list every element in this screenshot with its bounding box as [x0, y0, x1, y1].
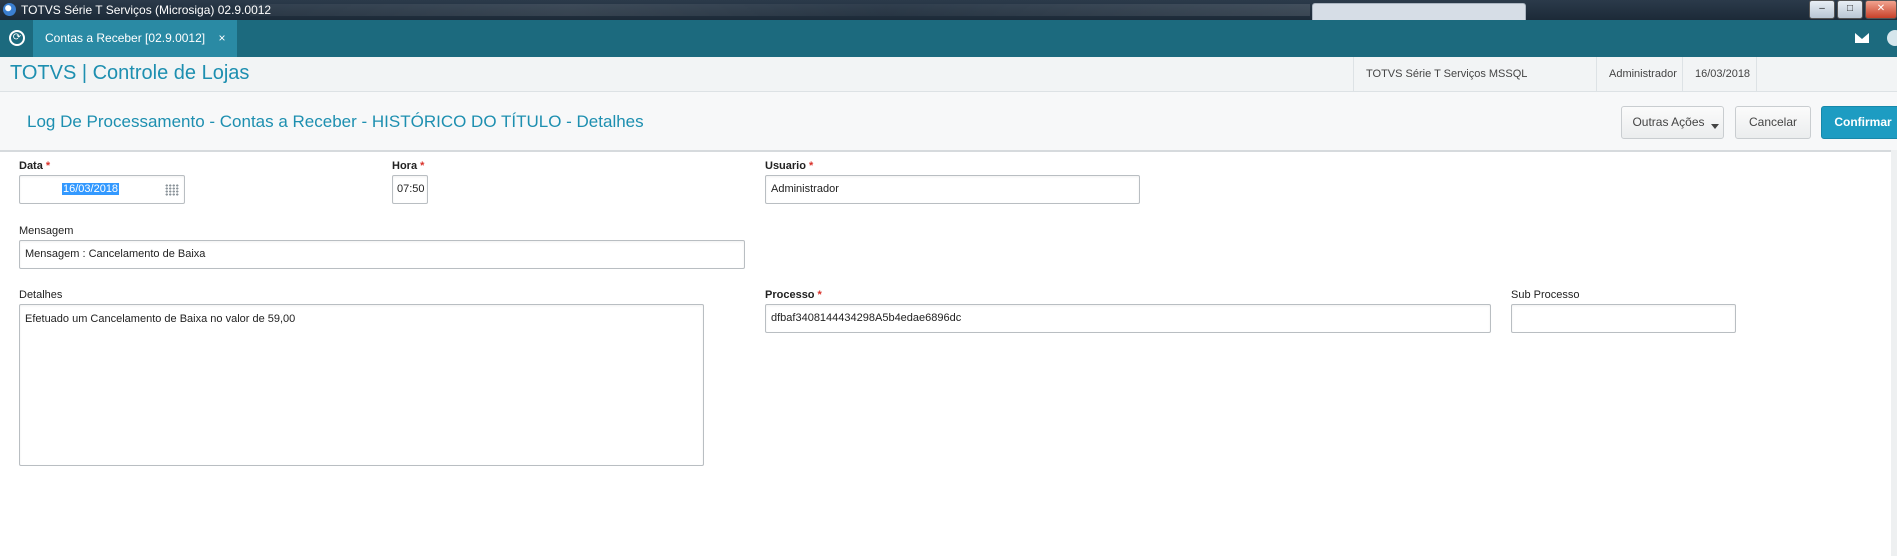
home-icon[interactable]: ⟳ — [9, 30, 25, 46]
environment-label: TOTVS Série T Serviços MSSQL — [1353, 57, 1597, 91]
message-field[interactable]: Mensagem : Cancelamento de Baixa — [19, 240, 745, 269]
sub-processo-label: Sub Processo — [1511, 289, 1580, 301]
date-value: 16/03/2018 — [62, 183, 120, 195]
caret-down-icon — [1711, 124, 1719, 129]
date-label: 16/03/2018 — [1682, 57, 1765, 91]
processo-label: Processo * — [765, 289, 822, 301]
window-title-bar: TOTVS Série T Serviços (Microsiga) 02.9.… — [0, 0, 1897, 21]
tab-close-icon[interactable]: × — [218, 31, 225, 45]
confirm-button[interactable]: Confirmar — [1821, 106, 1897, 139]
data-label: Data * — [19, 160, 51, 172]
brand-title: TOTVS | Controle de Lojas — [10, 62, 250, 84]
usuario-label: Usuario * — [765, 160, 814, 172]
tab-contas-a-receber[interactable]: Contas a Receber [02.9.0012] × — [33, 20, 238, 57]
date-field[interactable]: 16/03/2018 — [19, 175, 185, 204]
app-tab-bar: ⟳ Contas a Receber [02.9.0012] × — [0, 20, 1897, 57]
vertical-scrollbar[interactable] — [1891, 150, 1897, 556]
window-title: TOTVS Série T Serviços (Microsiga) 02.9.… — [21, 3, 272, 17]
app-icon — [3, 3, 16, 16]
background-tab — [1312, 3, 1526, 21]
process-field[interactable]: dfbaf3408144434298A5b4edae6896dc — [765, 304, 1491, 333]
time-field[interactable]: 07:50 — [392, 175, 428, 204]
mensagem-label: Mensagem — [19, 225, 74, 237]
app-header: TOTVS | Controle de Lojas TOTVS Série T … — [0, 57, 1897, 92]
options-icon[interactable] — [1887, 30, 1897, 46]
page-title: Log De Processamento - Contas a Receber … — [27, 112, 644, 131]
sub-process-field[interactable] — [1511, 304, 1736, 333]
maximize-button[interactable]: □ — [1837, 0, 1863, 19]
cancel-button[interactable]: Cancelar — [1735, 106, 1811, 139]
window-controls: – □ ✕ — [1807, 0, 1897, 20]
other-actions-button[interactable]: Outras Ações — [1621, 106, 1724, 139]
detalhes-label: Detalhes — [19, 289, 63, 301]
close-window-button[interactable]: ✕ — [1865, 0, 1897, 19]
details-textarea[interactable]: Efetuado um Cancelamento de Baixa no val… — [19, 304, 704, 466]
user-field[interactable]: Administrador — [765, 175, 1140, 204]
user-label: Administrador — [1596, 57, 1689, 91]
minimize-button[interactable]: – — [1809, 0, 1835, 19]
hora-label: Hora * — [392, 160, 425, 172]
page-heading-bar: Log De Processamento - Contas a Receber … — [0, 92, 1897, 152]
other-actions-label: Outras Ações — [1632, 115, 1705, 129]
header-divider — [1756, 57, 1757, 91]
tab-label: Contas a Receber [02.9.0012] — [45, 31, 206, 45]
background-taskbar-strip — [250, 4, 1310, 16]
mail-icon-flap — [1855, 33, 1869, 39]
calendar-icon[interactable] — [165, 184, 179, 196]
